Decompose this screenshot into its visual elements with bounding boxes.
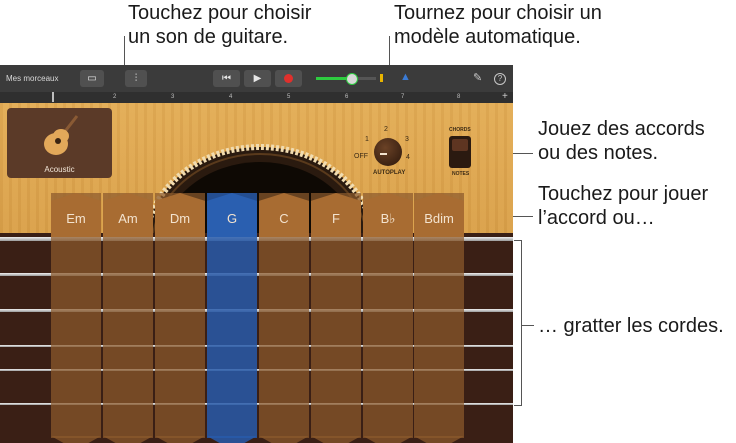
record-icon — [284, 73, 293, 83]
chord-strip-dm[interactable]: Dm — [155, 193, 205, 443]
chords-notes-switch[interactable]: CHORDS NOTES — [444, 127, 478, 179]
acoustic-guitar-icon — [44, 115, 79, 155]
instrument-name: Acoustic — [44, 165, 75, 174]
ruler-tick: 2 — [113, 94, 117, 100]
chord-strip-c[interactable]: C — [259, 193, 309, 443]
playhead-icon[interactable] — [52, 92, 54, 102]
ruler-tick: 4 — [229, 94, 233, 100]
wrench-icon[interactable]: ✎ — [473, 71, 482, 84]
callout-strum-bracket-mid — [521, 325, 534, 326]
garageband-smart-guitar: Mes morceaux ▭ ⫶ ⏮ ▶ ▲ ✎ ? 2 3 4 5 6 7 8 — [0, 65, 513, 443]
ruler-tick: 7 — [401, 94, 405, 100]
chord-label: B♭ — [380, 211, 396, 226]
view-toggle-icon: ▭ — [87, 73, 97, 84]
autoplay-position-off: OFF — [354, 153, 368, 160]
ruler-tick: 8 — [457, 94, 461, 100]
rewind-button[interactable]: ⏮ — [213, 70, 240, 87]
chord-label: Bdim — [424, 211, 454, 226]
chord-strip-em[interactable]: Em — [51, 193, 101, 443]
chord-label: Em — [66, 211, 86, 226]
notes-label: NOTES — [452, 171, 470, 177]
autoplay-label: AUTOPLAY — [373, 170, 406, 176]
chords-label: CHORDS — [449, 127, 471, 133]
autoplay-position-1: 1 — [365, 136, 369, 143]
callout-autoplay: Tournez pour choisir un modèle automatiq… — [394, 2, 602, 48]
master-volume-knob[interactable] — [346, 73, 358, 85]
chords-notes-toggle[interactable] — [449, 136, 471, 168]
chord-label: Am — [118, 211, 138, 226]
metronome-icon[interactable]: ▲ — [400, 71, 411, 83]
control-bar: Mes morceaux ▭ ⫶ ⏮ ▶ ▲ ✎ ? — [0, 65, 513, 92]
mixer-button[interactable]: ⫶ — [125, 70, 147, 87]
callout-guitar-sound: Touchez pour choisir un son de guitare. — [128, 2, 312, 48]
rewind-icon: ⏮ — [222, 73, 231, 84]
level-meter-icon — [380, 74, 383, 82]
play-button[interactable]: ▶ — [244, 70, 271, 87]
chord-label: C — [279, 211, 289, 226]
chord-strip-g[interactable]: G — [207, 193, 257, 443]
mixer-icon: ⫶ — [134, 73, 138, 84]
chord-strip-am[interactable]: Am — [103, 193, 153, 443]
ruler-tick: 3 — [171, 94, 175, 100]
autoplay-position-4: 4 — [406, 154, 410, 161]
callout-strum-bracket-bottom — [514, 405, 522, 406]
add-section-button[interactable]: + — [502, 91, 508, 102]
callout-chords-notes: Jouez des accords ou des notes. — [538, 118, 705, 164]
autoplay-position-2: 2 — [384, 126, 388, 133]
autoplay-control: OFF 1 2 3 4 AUTOPLAY — [348, 126, 428, 182]
toggle-handle — [452, 139, 468, 151]
autoplay-knob-indicator — [380, 153, 387, 155]
my-songs-button[interactable]: Mes morceaux — [6, 74, 58, 83]
callout-strum-bracket — [521, 240, 522, 406]
callout-strum: … gratter les cordes. — [538, 315, 724, 337]
instrument-selector[interactable]: Acoustic — [7, 108, 112, 178]
autoplay-position-3: 3 — [405, 136, 409, 143]
ruler-tick: 6 — [345, 94, 349, 100]
autoplay-knob[interactable] — [374, 138, 402, 166]
ruler-tick: 5 — [287, 94, 291, 100]
chord-strip-bdim[interactable]: Bdim — [414, 193, 464, 443]
callout-strum-bracket-top — [514, 240, 522, 241]
chord-label: F — [332, 211, 340, 226]
callout-touch-chord: Touchez pour jouer l’accord ou… — [538, 183, 709, 229]
chord-strip-f[interactable]: F — [311, 193, 361, 443]
play-icon: ▶ — [253, 73, 262, 84]
chord-label: Dm — [169, 211, 191, 226]
chord-label: G — [226, 211, 238, 226]
master-volume-slider[interactable] — [316, 73, 376, 85]
chord-strip-bflat[interactable]: B♭ — [363, 193, 413, 443]
help-icon[interactable]: ? — [494, 73, 506, 85]
record-button[interactable] — [275, 70, 302, 87]
view-toggle-button[interactable]: ▭ — [80, 70, 104, 87]
